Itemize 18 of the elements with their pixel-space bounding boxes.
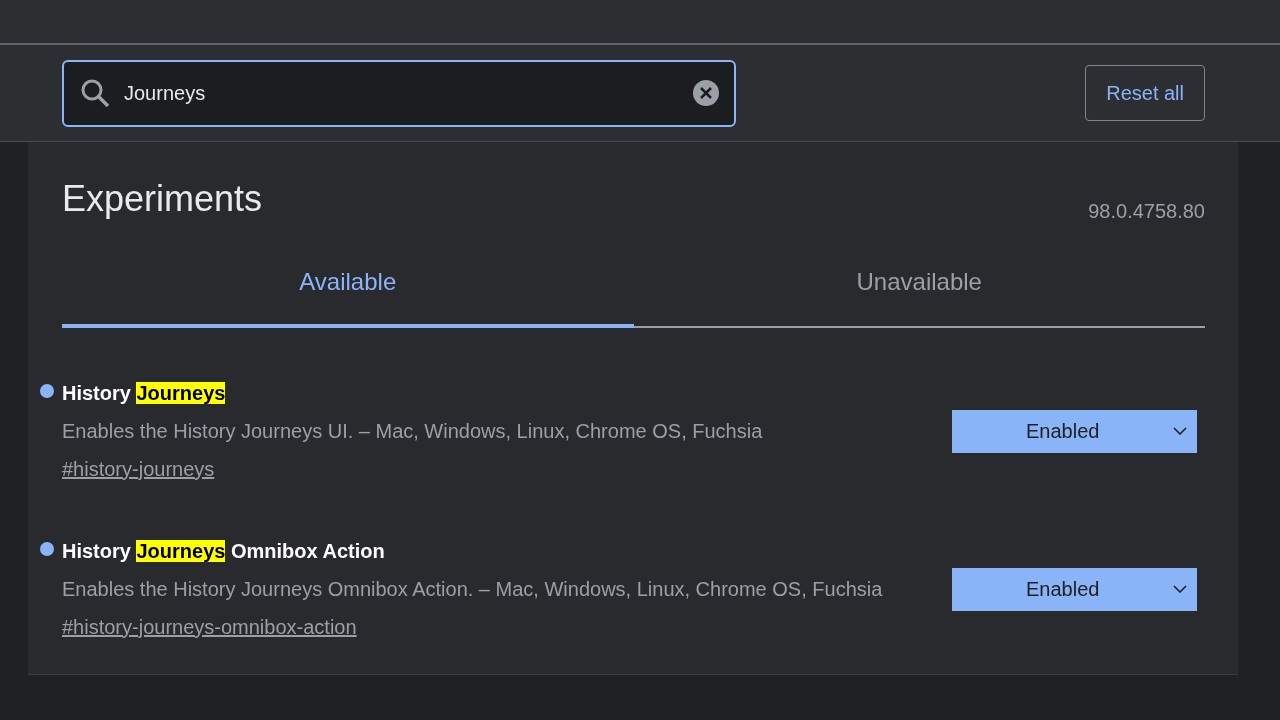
clear-icon[interactable]	[692, 78, 720, 107]
chevron-down-icon	[1173, 427, 1187, 435]
experiment-description: Enables the History Journeys UI. – Mac, Windows, Linux, Chrome OS, Fuchsia	[62, 419, 763, 444]
experiment-description: Enables the History Journeys Omnibox Action. – Mac, Windows, Linux, Chrome OS, Fuchsia	[62, 577, 883, 602]
experiment-title: History Journeys	[62, 381, 226, 406]
chevron-down-icon	[1173, 585, 1187, 593]
page-title: Experiments	[62, 177, 263, 221]
state-dropdown[interactable]: Enabled	[952, 409, 1197, 453]
version-number: 98.0.4758.80	[1088, 199, 1205, 224]
tab[interactable]: Unavailable	[633, 264, 1205, 328]
experiment-title: History Journeys Omnibox Action	[62, 539, 385, 564]
experiment-link[interactable]: #history-journeys	[62, 454, 215, 484]
state-dropdown[interactable]: Enabled	[952, 567, 1197, 611]
experiment-link[interactable]: #history-journeys-omnibox-action	[62, 612, 357, 642]
reset-all-button[interactable]: Reset all	[1085, 65, 1205, 121]
search-field[interactable]: Journeys	[62, 59, 736, 127]
search-icon	[80, 77, 110, 108]
tab[interactable]: Available	[62, 264, 634, 328]
